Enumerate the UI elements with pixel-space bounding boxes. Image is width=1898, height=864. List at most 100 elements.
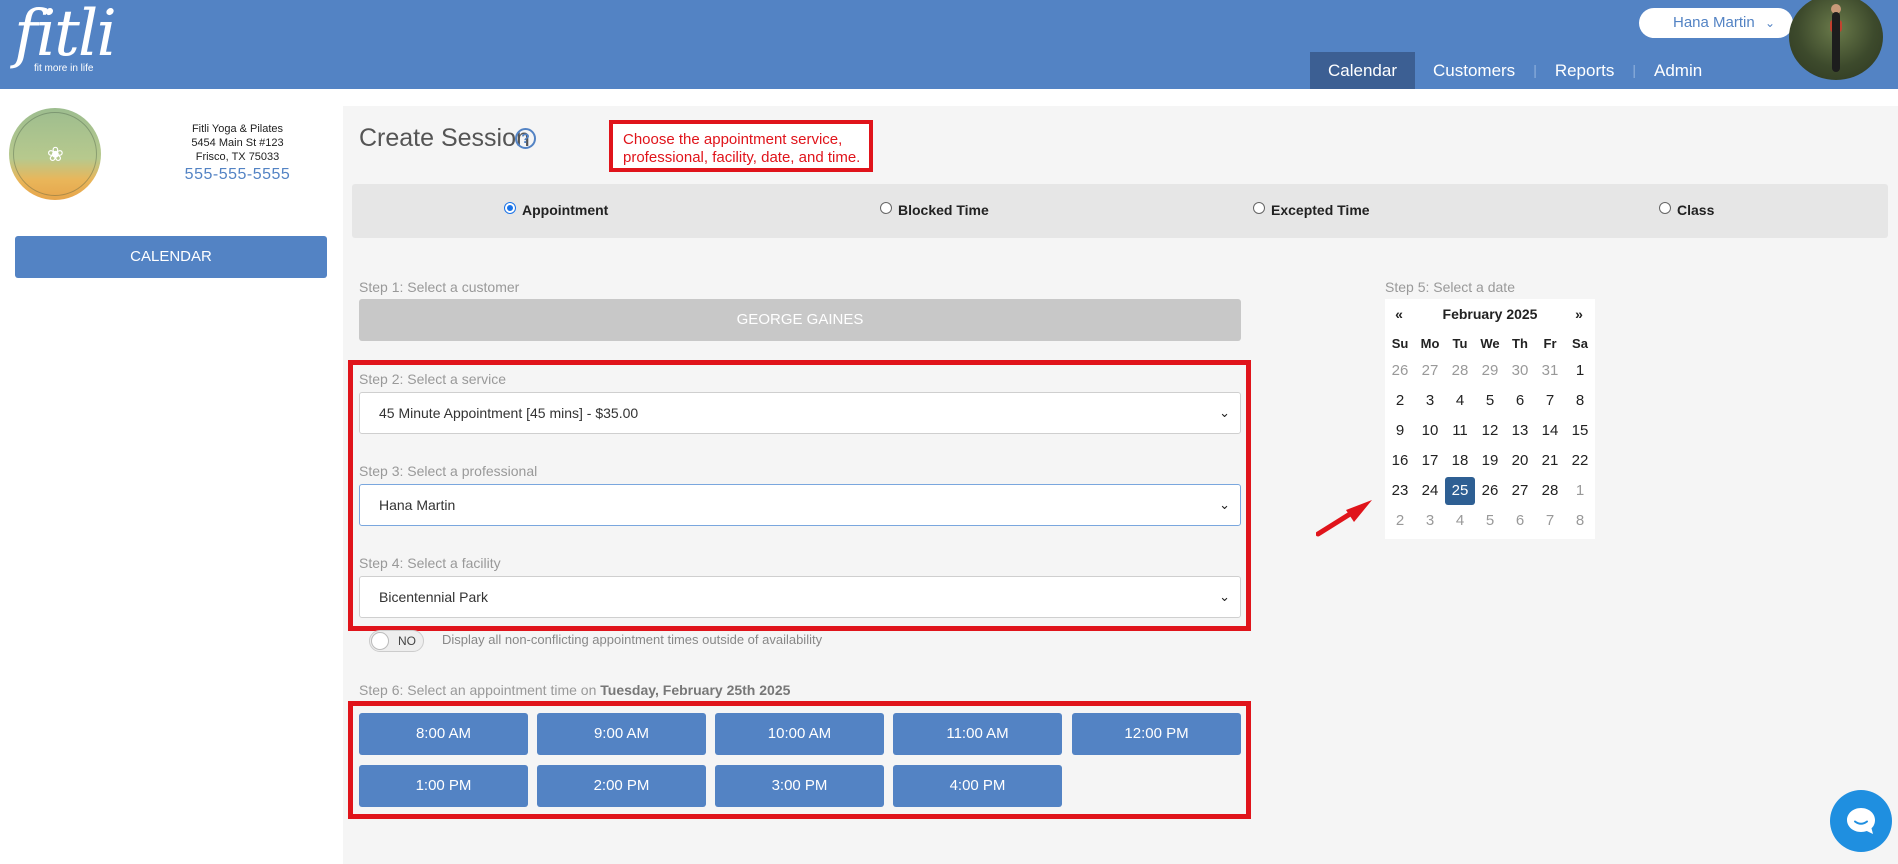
user-menu-button[interactable]: Hana Martin ⌄: [1639, 8, 1793, 38]
time-slot-button[interactable]: 1:00 PM: [359, 765, 528, 807]
nav-customers[interactable]: Customers: [1415, 52, 1533, 89]
calendar-day[interactable]: 12: [1475, 417, 1505, 445]
calendar-day[interactable]: 16: [1385, 447, 1415, 475]
calendar-day[interactable]: 28: [1445, 357, 1475, 385]
facility-value: Bicentennial Park: [379, 589, 488, 605]
business-address-line1: 5454 Main St #123: [191, 137, 284, 149]
calendar-day[interactable]: 26: [1385, 357, 1415, 385]
calendar-day[interactable]: 7: [1535, 387, 1565, 415]
professional-value: Hana Martin: [379, 497, 456, 513]
weekday-header: Fr: [1543, 336, 1557, 351]
chat-widget-button[interactable]: [1830, 790, 1892, 852]
calendar-day[interactable]: 24: [1415, 477, 1445, 505]
calendar-day[interactable]: 2: [1385, 507, 1415, 535]
calendar-day[interactable]: 1: [1565, 477, 1595, 505]
date-picker: « February 2025 » Su Mo Tu We Th Fr Sa 26 27 28 29…: [1385, 299, 1595, 539]
next-month-button[interactable]: »: [1571, 306, 1587, 322]
calendar-day[interactable]: 3: [1415, 507, 1445, 535]
fitli-logo[interactable]: fitli fit more in life: [14, 2, 117, 74]
time-slot-button[interactable]: 11:00 AM: [893, 713, 1062, 755]
time-slot-button[interactable]: 8:00 AM: [359, 713, 528, 755]
radio-checked-icon[interactable]: [504, 202, 516, 214]
avatar[interactable]: [1789, 0, 1883, 80]
toggle-value: NO: [398, 634, 416, 648]
time-slot-button[interactable]: 12:00 PM: [1072, 713, 1241, 755]
radio-icon[interactable]: [880, 202, 892, 214]
calendar-day[interactable]: 27: [1415, 357, 1445, 385]
calendar-day[interactable]: 2: [1385, 387, 1415, 415]
calendar-day[interactable]: 14: [1535, 417, 1565, 445]
calendar-day[interactable]: 6: [1505, 507, 1535, 535]
step1-label: Step 1: Select a customer: [359, 279, 520, 295]
weekday-header: Th: [1512, 336, 1528, 351]
time-slot-button[interactable]: 10:00 AM: [715, 713, 884, 755]
weekday-header: Sa: [1572, 336, 1588, 351]
calendar-day[interactable]: 29: [1475, 357, 1505, 385]
calendar-day[interactable]: 10: [1415, 417, 1445, 445]
step2-label: Step 2: Select a service: [359, 371, 507, 387]
calendar-day[interactable]: 30: [1505, 357, 1535, 385]
instruction-callout: Choose the appointment service, professi…: [609, 120, 873, 172]
calendar-day[interactable]: 20: [1505, 447, 1535, 475]
radio-label: Excepted Time: [1271, 202, 1370, 218]
calendar-day[interactable]: 9: [1385, 417, 1415, 445]
facility-select[interactable]: Bicentennial Park ⌄: [359, 576, 1241, 618]
calendar-day[interactable]: 22: [1565, 447, 1595, 475]
calendar-day-selected[interactable]: 25: [1445, 477, 1475, 505]
step5-label: Step 5: Select a date: [1385, 279, 1515, 295]
radio-excepted-time[interactable]: Excepted Time: [1253, 202, 1370, 218]
calendar-day[interactable]: 18: [1445, 447, 1475, 475]
calendar-month-title[interactable]: February 2025: [1415, 306, 1565, 322]
calendar-day[interactable]: 5: [1475, 387, 1505, 415]
business-address-line2: Frisco, TX 75033: [195, 151, 280, 163]
help-icon[interactable]: ?: [515, 128, 536, 149]
service-select[interactable]: 45 Minute Appointment [45 mins] - $35.00…: [359, 392, 1241, 434]
meditation-icon: ❀: [47, 144, 64, 166]
calendar-day[interactable]: 4: [1445, 507, 1475, 535]
calendar-day[interactable]: 6: [1505, 387, 1535, 415]
calendar-day[interactable]: 17: [1415, 447, 1445, 475]
calendar-day[interactable]: 31: [1535, 357, 1565, 385]
nav-reports[interactable]: Reports: [1537, 52, 1633, 89]
radio-appointment[interactable]: Appointment: [504, 202, 608, 218]
calendar-day[interactable]: 11: [1445, 417, 1475, 445]
calendar-day[interactable]: 28: [1535, 477, 1565, 505]
calendar-day[interactable]: 23: [1385, 477, 1415, 505]
radio-icon[interactable]: [1253, 202, 1265, 214]
calendar-day[interactable]: 13: [1505, 417, 1535, 445]
calendar-day[interactable]: 19: [1475, 447, 1505, 475]
step6-date: Tuesday, February 25th 2025: [600, 682, 791, 698]
time-slot-button[interactable]: 4:00 PM: [893, 765, 1062, 807]
customer-button[interactable]: GEORGE GAINES: [359, 299, 1241, 341]
calendar-button[interactable]: CALENDAR: [15, 236, 327, 278]
nav-calendar[interactable]: Calendar: [1310, 52, 1415, 89]
availability-toggle[interactable]: NO: [369, 630, 424, 652]
calendar-day[interactable]: 15: [1565, 417, 1595, 445]
calendar-day[interactable]: 1: [1565, 357, 1595, 385]
calendar-day[interactable]: 27: [1505, 477, 1535, 505]
calendar-day[interactable]: 4: [1445, 387, 1475, 415]
toggle-description: Display all non-conflicting appointment …: [442, 632, 823, 647]
radio-icon[interactable]: [1659, 202, 1671, 214]
weekday-header: Mo: [1420, 336, 1440, 351]
calendar-day[interactable]: 3: [1415, 387, 1445, 415]
calendar-day[interactable]: 21: [1535, 447, 1565, 475]
calendar-day[interactable]: 8: [1565, 507, 1595, 535]
nav-admin[interactable]: Admin: [1636, 52, 1720, 89]
calendar-day[interactable]: 8: [1565, 387, 1595, 415]
calendar-day[interactable]: 7: [1535, 507, 1565, 535]
radio-class[interactable]: Class: [1659, 202, 1714, 218]
calendar-day[interactable]: 26: [1475, 477, 1505, 505]
calendar-day[interactable]: 5: [1475, 507, 1505, 535]
business-logo: ❀: [9, 108, 101, 200]
prev-month-button[interactable]: «: [1391, 306, 1407, 322]
red-arrow-icon: [1316, 500, 1372, 537]
professional-select[interactable]: Hana Martin ⌄: [359, 484, 1241, 526]
time-slot-button[interactable]: 3:00 PM: [715, 765, 884, 807]
step6-label-text: Step 6: Select an appointment time on: [359, 682, 601, 698]
time-slot-button[interactable]: 9:00 AM: [537, 713, 706, 755]
radio-blocked-time[interactable]: Blocked Time: [880, 202, 989, 218]
business-phone[interactable]: 555-555-5555: [160, 166, 315, 184]
step6-label: Step 6: Select an appointment time on Tu…: [359, 682, 790, 698]
time-slot-button[interactable]: 2:00 PM: [537, 765, 706, 807]
